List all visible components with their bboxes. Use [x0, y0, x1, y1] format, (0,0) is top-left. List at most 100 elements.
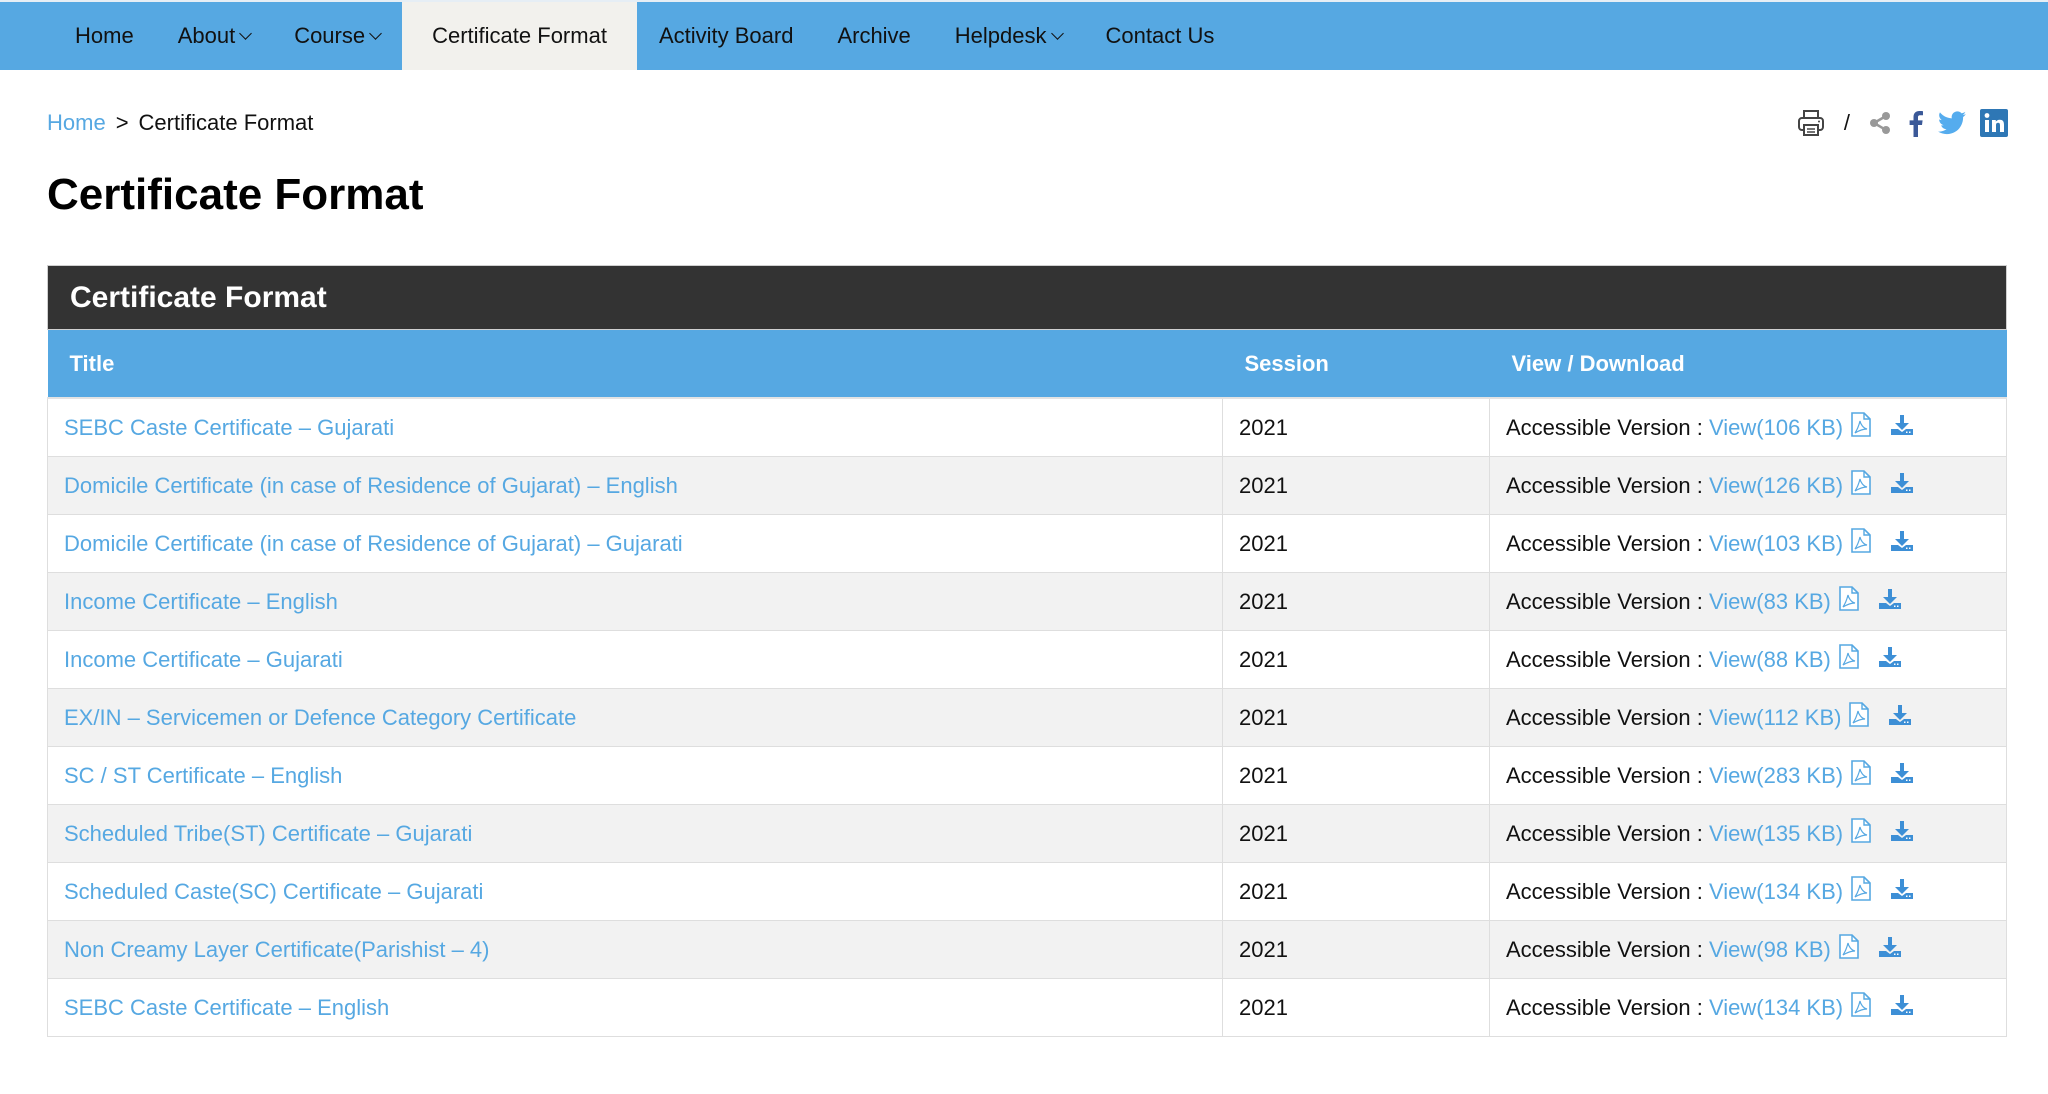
- cell-view-download: Accessible Version : View(126 KB): [1489, 456, 2007, 515]
- view-link[interactable]: View(126 KB): [1709, 473, 1843, 499]
- certificate-title-link[interactable]: Scheduled Tribe(ST) Certificate – Gujara…: [64, 821, 472, 846]
- nav-item-course[interactable]: Course: [272, 2, 402, 70]
- pdf-icon[interactable]: [1839, 586, 1859, 617]
- nav-item-helpdesk[interactable]: Helpdesk: [933, 2, 1084, 70]
- facebook-icon[interactable]: [1906, 109, 1924, 137]
- cell-session: 2021: [1222, 804, 1490, 863]
- accessible-version-label: Accessible Version :: [1506, 762, 1703, 788]
- nav-item-activity-board[interactable]: Activity Board: [637, 2, 816, 70]
- table-caption: Certificate Format: [47, 265, 2007, 330]
- certificate-title-link[interactable]: SC / ST Certificate – English: [64, 763, 342, 788]
- cell-view-download: Accessible Version : View(83 KB): [1489, 572, 2007, 631]
- breadcrumb-home-link[interactable]: Home: [47, 110, 106, 136]
- pdf-icon[interactable]: [1851, 470, 1871, 501]
- session-value: 2021: [1239, 646, 1288, 672]
- nav-list: Home About Course Certificate Format Activit…: [0, 2, 2048, 70]
- nav-item-home[interactable]: Home: [53, 2, 156, 70]
- view-link[interactable]: View(83 KB): [1709, 589, 1831, 615]
- pdf-icon[interactable]: [1839, 644, 1859, 675]
- accessible-version-label: Accessible Version :: [1506, 414, 1703, 440]
- certificate-title-link[interactable]: Non Creamy Layer Certificate(Parishist –…: [64, 937, 489, 962]
- nav-item-certificate-format[interactable]: Certificate Format: [402, 2, 637, 70]
- view-link[interactable]: View(134 KB): [1709, 995, 1843, 1021]
- view-link[interactable]: View(98 KB): [1709, 937, 1831, 963]
- chevron-down-icon: [239, 26, 253, 40]
- pdf-icon[interactable]: [1851, 818, 1871, 849]
- session-value: 2021: [1239, 704, 1288, 730]
- accessible-version-label: Accessible Version :: [1506, 936, 1703, 962]
- linkedin-icon[interactable]: [1980, 109, 2008, 137]
- nav-item-about[interactable]: About: [156, 2, 273, 70]
- accessible-version-label: Accessible Version :: [1506, 472, 1703, 498]
- nav-item-label: Course: [294, 23, 366, 48]
- nav-item-archive[interactable]: Archive: [815, 2, 932, 70]
- session-value: 2021: [1239, 472, 1288, 498]
- view-link[interactable]: View(134 KB): [1709, 879, 1843, 905]
- download-icon[interactable]: [1891, 994, 1914, 1021]
- accessible-version-label: Accessible Version :: [1506, 646, 1703, 672]
- table-row: Non Creamy Layer Certificate(Parishist –…: [47, 920, 2007, 979]
- pdf-icon[interactable]: [1851, 876, 1871, 907]
- cell-title: SEBC Caste Certificate – English: [47, 978, 1223, 1037]
- twitter-icon[interactable]: [1938, 111, 1966, 135]
- session-value: 2021: [1239, 530, 1288, 556]
- certificate-title-link[interactable]: Domicile Certificate (in case of Residen…: [64, 531, 683, 556]
- download-icon[interactable]: [1891, 472, 1914, 499]
- cell-session: 2021: [1222, 572, 1490, 631]
- cell-title: Scheduled Caste(SC) Certificate – Gujara…: [47, 862, 1223, 921]
- view-link[interactable]: View(283 KB): [1709, 763, 1843, 789]
- download-icon[interactable]: [1878, 646, 1901, 673]
- certificate-title-link[interactable]: Domicile Certificate (in case of Residen…: [64, 473, 678, 498]
- pdf-icon[interactable]: [1839, 934, 1859, 965]
- main-navigation: Home About Course Certificate Format Activit…: [0, 0, 2048, 70]
- pdf-icon[interactable]: [1851, 528, 1871, 559]
- certificate-title-link[interactable]: Income Certificate – Gujarati: [64, 647, 343, 672]
- cell-view-download: Accessible Version : View(283 KB): [1489, 746, 2007, 805]
- cell-view-download: Accessible Version : View(112 KB): [1489, 688, 2007, 747]
- view-link[interactable]: View(112 KB): [1709, 705, 1841, 731]
- certificate-format-panel: Certificate Format Title Session View / …: [47, 265, 2007, 1037]
- table-row: SEBC Caste Certificate – English 2021 Ac…: [47, 978, 2007, 1037]
- cell-title: Non Creamy Layer Certificate(Parishist –…: [47, 920, 1223, 979]
- nav-item-label: Contact Us: [1105, 23, 1215, 48]
- share-toolbar: /: [1796, 105, 2008, 141]
- view-link[interactable]: View(135 KB): [1709, 821, 1843, 847]
- certificate-title-link[interactable]: SEBC Caste Certificate – English: [64, 995, 389, 1020]
- pdf-icon[interactable]: [1849, 702, 1870, 733]
- cell-view-download: Accessible Version : View(88 KB): [1489, 630, 2007, 689]
- cell-title: Scheduled Tribe(ST) Certificate – Gujara…: [47, 804, 1223, 863]
- view-link[interactable]: View(103 KB): [1709, 531, 1843, 557]
- table-row: Income Certificate – Gujarati 2021 Acces…: [47, 630, 2007, 689]
- view-link[interactable]: View(106 KB): [1709, 415, 1843, 441]
- nav-item-label: Activity Board: [658, 23, 794, 48]
- print-icon[interactable]: [1796, 108, 1826, 138]
- pdf-icon[interactable]: [1851, 760, 1871, 791]
- accessible-version-label: Accessible Version :: [1506, 878, 1703, 904]
- table-row: Domicile Certificate (in case of Residen…: [47, 514, 2007, 573]
- certificate-title-link[interactable]: Scheduled Caste(SC) Certificate – Gujara…: [64, 879, 483, 904]
- download-icon[interactable]: [1878, 588, 1901, 615]
- nav-item-contact-us[interactable]: Contact Us: [1084, 2, 1237, 70]
- download-icon[interactable]: [1891, 530, 1914, 557]
- download-icon[interactable]: [1891, 414, 1914, 441]
- download-icon[interactable]: [1889, 704, 1912, 731]
- pdf-icon[interactable]: [1851, 992, 1871, 1023]
- cell-view-download: Accessible Version : View(103 KB): [1489, 514, 2007, 573]
- download-icon[interactable]: [1891, 820, 1914, 847]
- breadcrumb: Home > Certificate Format: [47, 110, 313, 136]
- pdf-icon[interactable]: [1851, 412, 1871, 443]
- nav-item-label: Certificate Format: [432, 23, 607, 48]
- share-icon[interactable]: [1868, 110, 1892, 136]
- view-link[interactable]: View(88 KB): [1709, 647, 1831, 673]
- cell-session: 2021: [1222, 688, 1490, 747]
- certificate-title-link[interactable]: EX/IN – Servicemen or Defence Category C…: [64, 705, 576, 730]
- table-row: Domicile Certificate (in case of Residen…: [47, 456, 2007, 515]
- certificate-title-link[interactable]: SEBC Caste Certificate – Gujarati: [64, 415, 394, 440]
- certificate-title-link[interactable]: Income Certificate – English: [64, 589, 338, 614]
- download-icon[interactable]: [1891, 762, 1914, 789]
- download-icon[interactable]: [1878, 936, 1901, 963]
- download-icon[interactable]: [1891, 878, 1914, 905]
- cell-view-download: Accessible Version : View(134 KB): [1489, 978, 2007, 1037]
- header-title: Title: [47, 330, 1223, 399]
- cell-session: 2021: [1222, 456, 1490, 515]
